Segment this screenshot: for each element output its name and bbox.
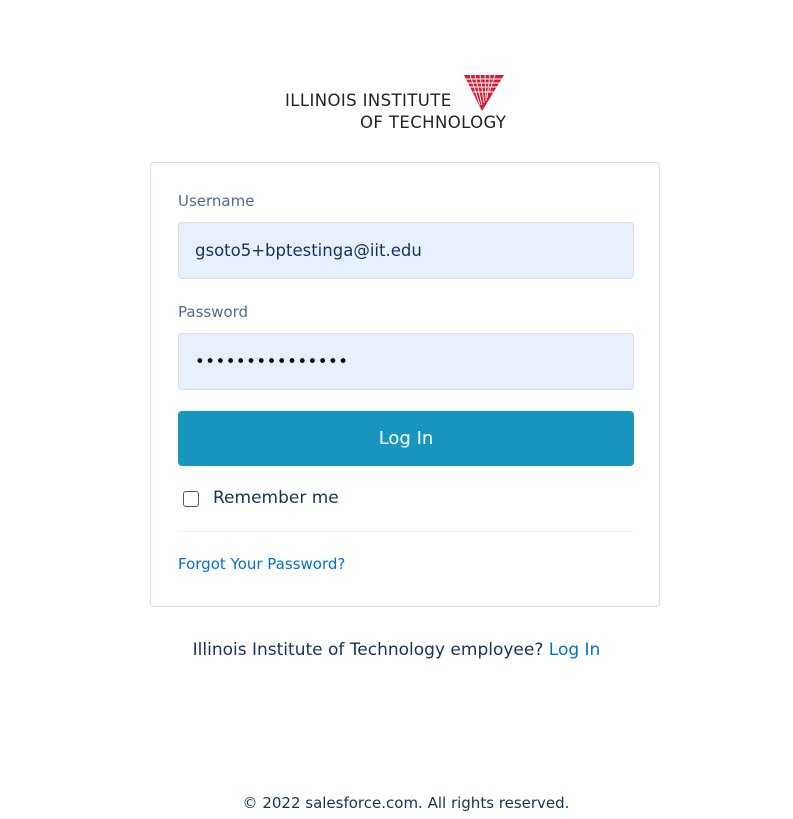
username-label: Username	[178, 192, 255, 210]
username-input[interactable]: gsoto5+bptestinga@iit.edu	[178, 222, 634, 279]
employee-prompt-text: Illinois Institute of Technology employe…	[192, 640, 544, 660]
employee-login-link[interactable]: Log In	[549, 640, 601, 660]
remember-me-label[interactable]: Remember me	[213, 488, 339, 508]
copyright-footer: © 2022 salesforce.com. All rights reserv…	[242, 794, 570, 812]
login-button[interactable]: Log In	[178, 411, 634, 466]
remember-me-checkbox[interactable]	[183, 491, 199, 507]
forgot-password-link[interactable]: Forgot Your Password?	[178, 555, 345, 573]
iit-logo: ILLINOIS INSTITUTE OF TECHNOLOGY	[283, 73, 533, 133]
logo-text-line1: ILLINOIS INSTITUTE	[285, 91, 452, 110]
password-label: Password	[178, 303, 249, 321]
password-input[interactable]: •••••••••••••••	[178, 333, 634, 390]
iit-logo-mark-icon	[464, 75, 504, 111]
divider	[178, 531, 634, 532]
login-card: Username gsoto5+bptestinga@iit.edu Passw…	[150, 162, 660, 607]
employee-login-prompt: Illinois Institute of Technology employe…	[0, 640, 793, 660]
logo-text-line2: OF TECHNOLOGY	[360, 113, 507, 132]
